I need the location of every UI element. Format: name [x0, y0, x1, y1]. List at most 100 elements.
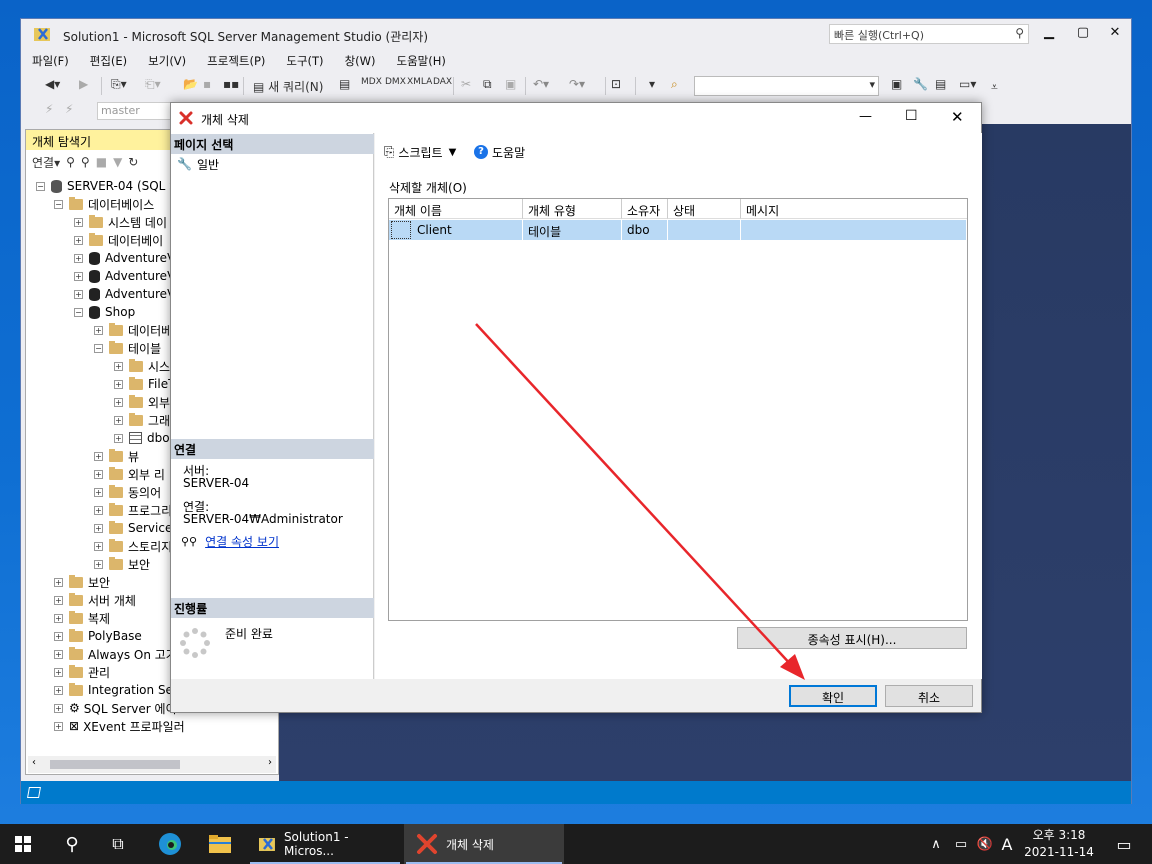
- toolbar-overflow-icon[interactable]: ⩡: [991, 80, 998, 95]
- expand-icon[interactable]: +: [114, 379, 123, 389]
- paste-icon[interactable]: ▣: [505, 77, 516, 91]
- dmx-query-icon[interactable]: DMX: [385, 77, 406, 87]
- tree-node[interactable]: + AdventureV: [74, 249, 175, 267]
- tree-node[interactable]: + 외부: [114, 393, 170, 411]
- help-button[interactable]: ? 도움말: [474, 143, 525, 161]
- script-button[interactable]: ⎘ 스크립트 ▼: [384, 143, 456, 161]
- tree-node[interactable]: + AdventureV: [74, 267, 175, 285]
- minimize-button[interactable]: ▁: [1039, 25, 1059, 43]
- find-combo[interactable]: [694, 76, 879, 96]
- disconnect-plug-icon[interactable]: ⚲: [81, 155, 90, 169]
- dialog-close-button[interactable]: ✕: [951, 108, 964, 126]
- page-general-item[interactable]: 🔧 일반: [177, 155, 219, 173]
- ok-button[interactable]: 확인: [789, 685, 877, 707]
- menu-tools[interactable]: 도구(T): [286, 53, 323, 69]
- tree-node[interactable]: + 동의어: [94, 483, 161, 501]
- solution-config-dropdown[interactable]: ▾: [649, 77, 655, 91]
- expand-icon[interactable]: +: [94, 541, 103, 551]
- tree-node[interactable]: + Integration Ser: [54, 681, 178, 699]
- properties-window-icon[interactable]: ▣: [891, 77, 902, 91]
- column-header-message[interactable]: 메시지: [741, 199, 967, 219]
- expand-icon[interactable]: +: [54, 649, 63, 659]
- save-icon[interactable]: ▪: [203, 77, 211, 91]
- close-button[interactable]: ✕: [1105, 25, 1125, 43]
- dialog-minimize-button[interactable]: —: [859, 109, 872, 124]
- tree-node[interactable]: + 관리: [54, 663, 110, 681]
- expand-icon[interactable]: +: [74, 271, 83, 281]
- expand-icon[interactable]: +: [54, 595, 63, 605]
- open-file-icon[interactable]: 📂: [183, 77, 198, 91]
- disconnect-icon[interactable]: ⚡: [65, 102, 73, 116]
- taskbar-ssms-item[interactable]: Solution1 - Micros...: [248, 824, 402, 864]
- expand-icon[interactable]: +: [94, 469, 103, 479]
- connect-icon[interactable]: ⚡: [45, 102, 53, 116]
- expand-icon[interactable]: +: [94, 487, 103, 497]
- column-header-status[interactable]: 상태: [668, 199, 741, 219]
- tree-node[interactable]: + ⊠ XEvent 프로파일러: [54, 717, 185, 735]
- menu-view[interactable]: 보기(V): [148, 53, 186, 69]
- expand-icon[interactable]: +: [74, 253, 83, 263]
- column-header-object-name[interactable]: 개체 이름: [389, 199, 523, 219]
- cut-icon[interactable]: ✂: [461, 77, 471, 91]
- show-hidden-icons-button[interactable]: ∧: [926, 824, 946, 864]
- tree-node[interactable]: + Always On 고가: [54, 645, 177, 663]
- tree-node[interactable]: + Service: [94, 519, 172, 537]
- tree-node[interactable]: + PolyBase: [54, 627, 142, 645]
- connect-plug-icon[interactable]: ⚲: [66, 155, 75, 169]
- file-explorer-button[interactable]: [198, 824, 242, 864]
- expand-icon[interactable]: +: [94, 523, 103, 533]
- refresh-icon[interactable]: ↻: [128, 155, 138, 169]
- menu-edit[interactable]: 편집(E): [90, 53, 127, 69]
- wrench-icon[interactable]: 🔧: [913, 77, 928, 91]
- tree-node[interactable]: + 서버 개체: [54, 591, 136, 609]
- tree-node[interactable]: + AdventureV: [74, 285, 175, 303]
- tree-node[interactable]: − SERVER-04 (SQL S: [36, 177, 177, 195]
- menu-project[interactable]: 프로젝트(P): [207, 53, 265, 69]
- tree-node[interactable]: + 프로그리: [94, 501, 172, 519]
- expand-icon[interactable]: +: [54, 577, 63, 587]
- new-project-icon[interactable]: ⎘▾: [111, 77, 127, 92]
- notification-button[interactable]: ▭: [1104, 824, 1144, 864]
- network-icon[interactable]: ▭: [950, 824, 972, 864]
- expand-icon[interactable]: +: [114, 397, 123, 407]
- filter-icon[interactable]: ▼: [113, 155, 122, 169]
- expand-icon[interactable]: +: [114, 361, 123, 371]
- tree-node[interactable]: + 뷰: [94, 447, 139, 465]
- stop-icon[interactable]: ■: [96, 155, 107, 169]
- add-item-icon[interactable]: ⎗▾: [145, 77, 161, 92]
- menu-window[interactable]: 창(W): [345, 53, 376, 69]
- db-engine-query-icon[interactable]: ▤: [339, 77, 350, 91]
- tree-node[interactable]: + FileT: [114, 375, 175, 393]
- scroll-right-icon[interactable]: ›: [268, 757, 272, 768]
- collapse-icon[interactable]: −: [74, 307, 83, 317]
- tree-node[interactable]: − 테이블: [94, 339, 161, 357]
- dax-query-icon[interactable]: DAX: [433, 77, 452, 87]
- start-button[interactable]: [0, 824, 46, 864]
- tree-node[interactable]: + 시스템 데이: [74, 213, 167, 231]
- mdx-query-icon[interactable]: MDX: [361, 77, 382, 87]
- expand-icon[interactable]: +: [114, 433, 123, 443]
- tree-node[interactable]: + 시스: [114, 357, 170, 375]
- activity-monitor-icon[interactable]: ⊡: [611, 77, 621, 91]
- redo-icon[interactable]: ↷▾: [569, 77, 585, 91]
- toolbox-icon[interactable]: ▤: [935, 77, 946, 91]
- show-dependencies-button[interactable]: 종속성 표시(H)...: [737, 627, 967, 649]
- expand-icon[interactable]: +: [54, 685, 63, 695]
- collapse-icon[interactable]: −: [54, 199, 63, 209]
- scroll-thumb[interactable]: [50, 760, 180, 769]
- cancel-button[interactable]: 취소: [885, 685, 973, 707]
- undo-icon[interactable]: ↶▾: [533, 77, 549, 91]
- find-icon[interactable]: ⌕: [671, 77, 678, 92]
- tree-node[interactable]: + 보안: [54, 573, 110, 591]
- save-all-icon[interactable]: ▪▪: [223, 77, 239, 91]
- back-icon[interactable]: ◀▾: [45, 77, 60, 91]
- new-query-button[interactable]: ▤ 새 쿼리(N): [253, 78, 323, 95]
- horizontal-scrollbar[interactable]: ‹ ›: [28, 756, 276, 773]
- command-window-icon[interactable]: ▭▾: [959, 77, 976, 91]
- expand-icon[interactable]: +: [94, 451, 103, 461]
- tree-node[interactable]: + 복제: [54, 609, 110, 627]
- tree-node[interactable]: + 스토리지: [94, 537, 172, 555]
- connect-button[interactable]: 연결▾: [32, 154, 60, 171]
- input-indicator[interactable]: A: [998, 824, 1016, 864]
- expand-icon[interactable]: +: [94, 325, 103, 335]
